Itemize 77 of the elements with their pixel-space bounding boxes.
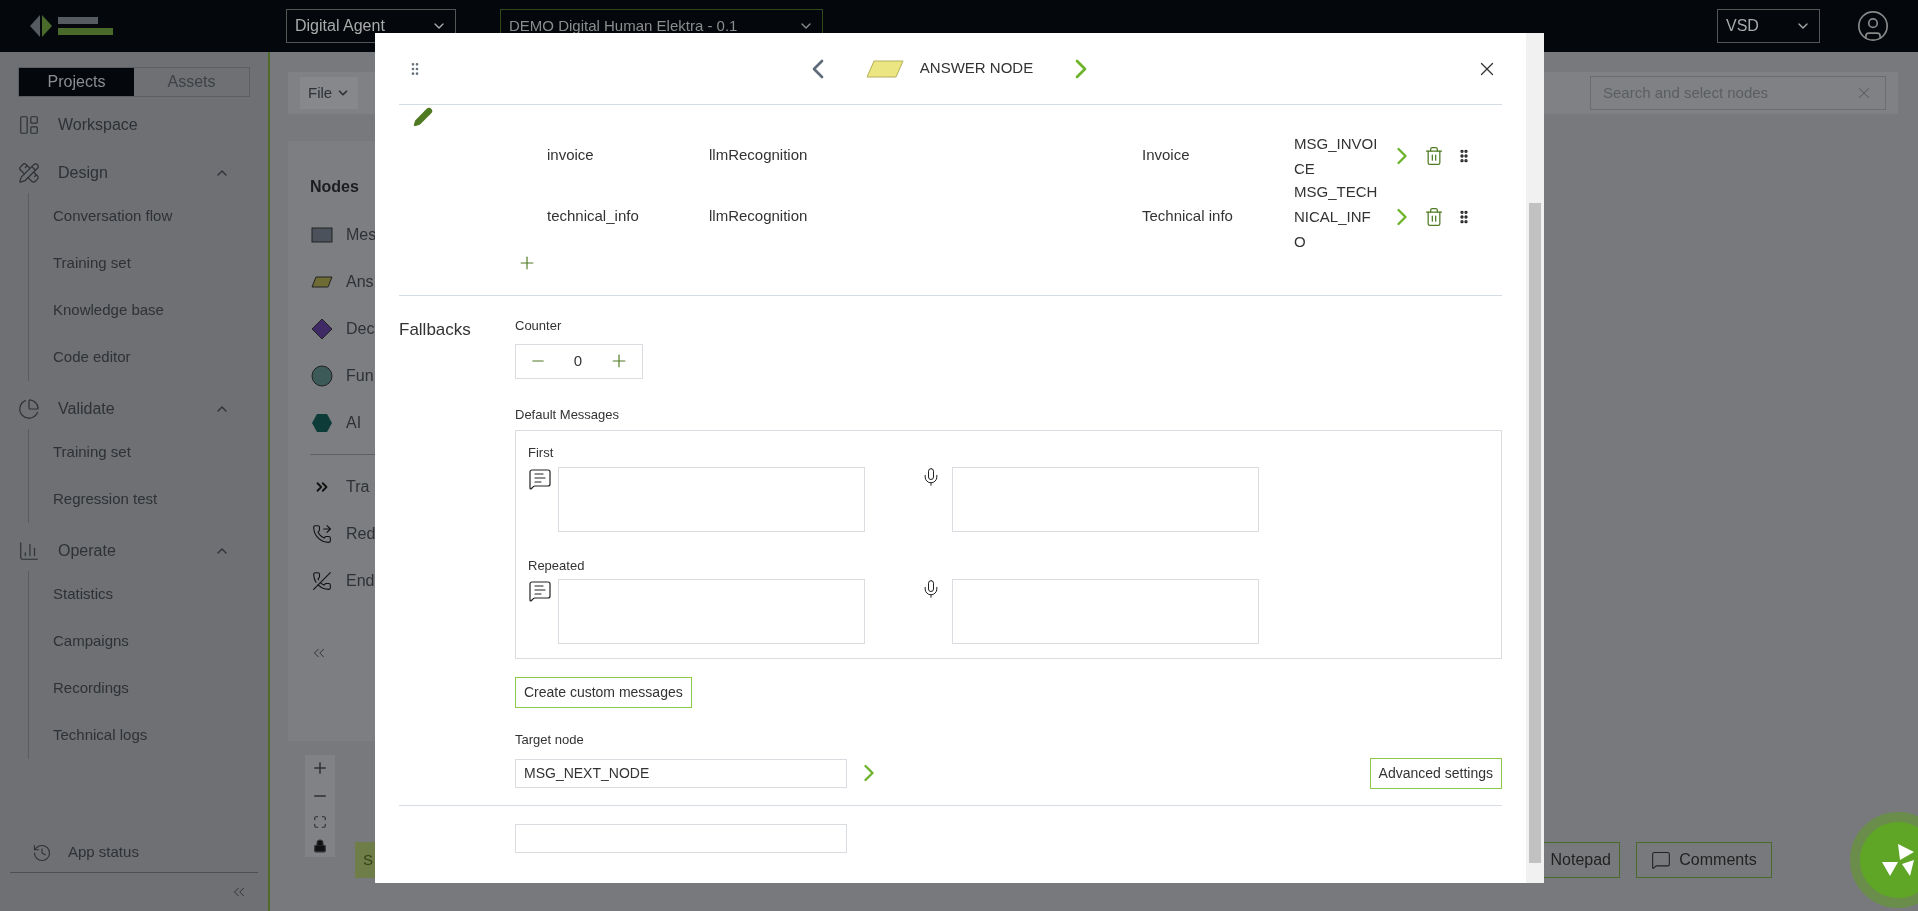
intent-name: technical_info [547, 206, 640, 227]
text-message-field[interactable] [558, 466, 865, 532]
node-type-item[interactable]: Fun [346, 363, 374, 388]
hexagon-icon [311, 412, 333, 433]
nodes-title: Nodes [310, 177, 360, 197]
intent-method: llmRecognition [709, 145, 809, 166]
text-message-icon [528, 579, 552, 603]
intent-method: llmRecognition [709, 206, 809, 227]
delete-icon[interactable] [1424, 145, 1444, 166]
sidebar-section[interactable]: Design [58, 161, 196, 185]
app-status-link[interactable]: App status [68, 841, 139, 864]
comments-button[interactable]: Comments [1636, 842, 1772, 878]
intent-name: invoice [547, 145, 595, 166]
section-title: Fallbacks [399, 319, 472, 341]
pie-chart-icon [18, 398, 40, 420]
sidebar-item[interactable]: Conversation flow [29, 193, 268, 240]
field-label: Default Messages [515, 405, 621, 424]
bar-chart-icon [18, 540, 40, 562]
intent-target: MSG_INVOICE [1294, 133, 1379, 179]
voice-message-field[interactable] [952, 466, 1259, 532]
intent-label: Technical info [1142, 206, 1234, 227]
text-message-icon [528, 466, 552, 491]
sidebar-item[interactable]: Training set [29, 429, 268, 476]
node-type-item[interactable]: Red [346, 521, 376, 546]
field-label: Target node [515, 731, 585, 749]
lock-icon[interactable] [313, 839, 327, 853]
target-node-field[interactable]: MSG_NEXT_NODE [515, 758, 847, 788]
sidebar-item[interactable]: Technical logs [29, 712, 268, 759]
message-label: Repeated [528, 556, 586, 575]
zoom-in-icon[interactable] [311, 759, 329, 777]
edit-icon[interactable] [413, 107, 433, 127]
diamond-icon [311, 317, 333, 340]
sidebar-tab[interactable]: Projects [19, 68, 134, 96]
advanced-settings-button[interactable]: Advanced settings [1369, 757, 1502, 789]
input-field[interactable] [515, 823, 847, 853]
parallelogram-icon [311, 275, 333, 288]
delete-icon[interactable] [1424, 206, 1444, 227]
counter-field[interactable]: 0 [515, 343, 643, 379]
layout-icon [18, 114, 40, 136]
sidebar-section[interactable]: Operate [58, 539, 196, 563]
field-label: Counter [515, 317, 563, 335]
sidebar-item[interactable]: Training set [29, 240, 268, 287]
scrollbar[interactable] [1526, 33, 1544, 883]
assistant-fab[interactable] [1850, 812, 1918, 908]
clock-icon [32, 842, 52, 863]
dialog-title: ANSWER NODE [919, 58, 1034, 79]
node-type-item[interactable]: Ans [346, 269, 374, 294]
node-type-item[interactable]: Mes [346, 222, 377, 247]
intent-target: MSG_TECHNICAL_INFO [1294, 182, 1379, 252]
user-avatar-icon[interactable] [1856, 9, 1890, 43]
phone-hangup-icon [312, 570, 332, 591]
fit-view-icon[interactable] [313, 815, 327, 829]
node-type-item[interactable]: Dec [346, 316, 375, 341]
node-type-item[interactable]: Tra [346, 474, 370, 499]
node-type-item[interactable]: AI [346, 410, 362, 435]
sidebar-item[interactable]: Campaigns [29, 618, 268, 665]
sidebar-section[interactable]: Workspace [58, 113, 250, 137]
circle-icon [311, 364, 333, 387]
file-menu[interactable]: File [300, 77, 359, 109]
message-label: First [528, 444, 555, 462]
text-message-field[interactable] [558, 579, 865, 644]
sidebar-item[interactable]: Knowledge base [29, 287, 268, 334]
sidebar-section[interactable]: Validate [58, 397, 196, 421]
ruler-pencil-icon [18, 162, 40, 184]
parallelogram-icon [865, 59, 904, 78]
sidebar-item[interactable]: Code editor [29, 334, 268, 381]
language-select[interactable]: VSD [1717, 9, 1820, 43]
rectangle-icon [311, 226, 333, 243]
sidebar-item[interactable]: Recordings [29, 665, 268, 712]
phone-forward-icon [312, 523, 332, 544]
voice-message-field[interactable] [952, 579, 1259, 644]
sidebar-item[interactable]: Statistics [29, 571, 268, 618]
sidebar-item[interactable]: Regression test [29, 476, 268, 523]
comment-icon [1651, 850, 1672, 870]
intent-label: Invoice [1142, 145, 1191, 166]
create-custom-messages-button[interactable]: Create custom messages [515, 677, 692, 708]
node-type-item[interactable]: End [346, 568, 375, 593]
